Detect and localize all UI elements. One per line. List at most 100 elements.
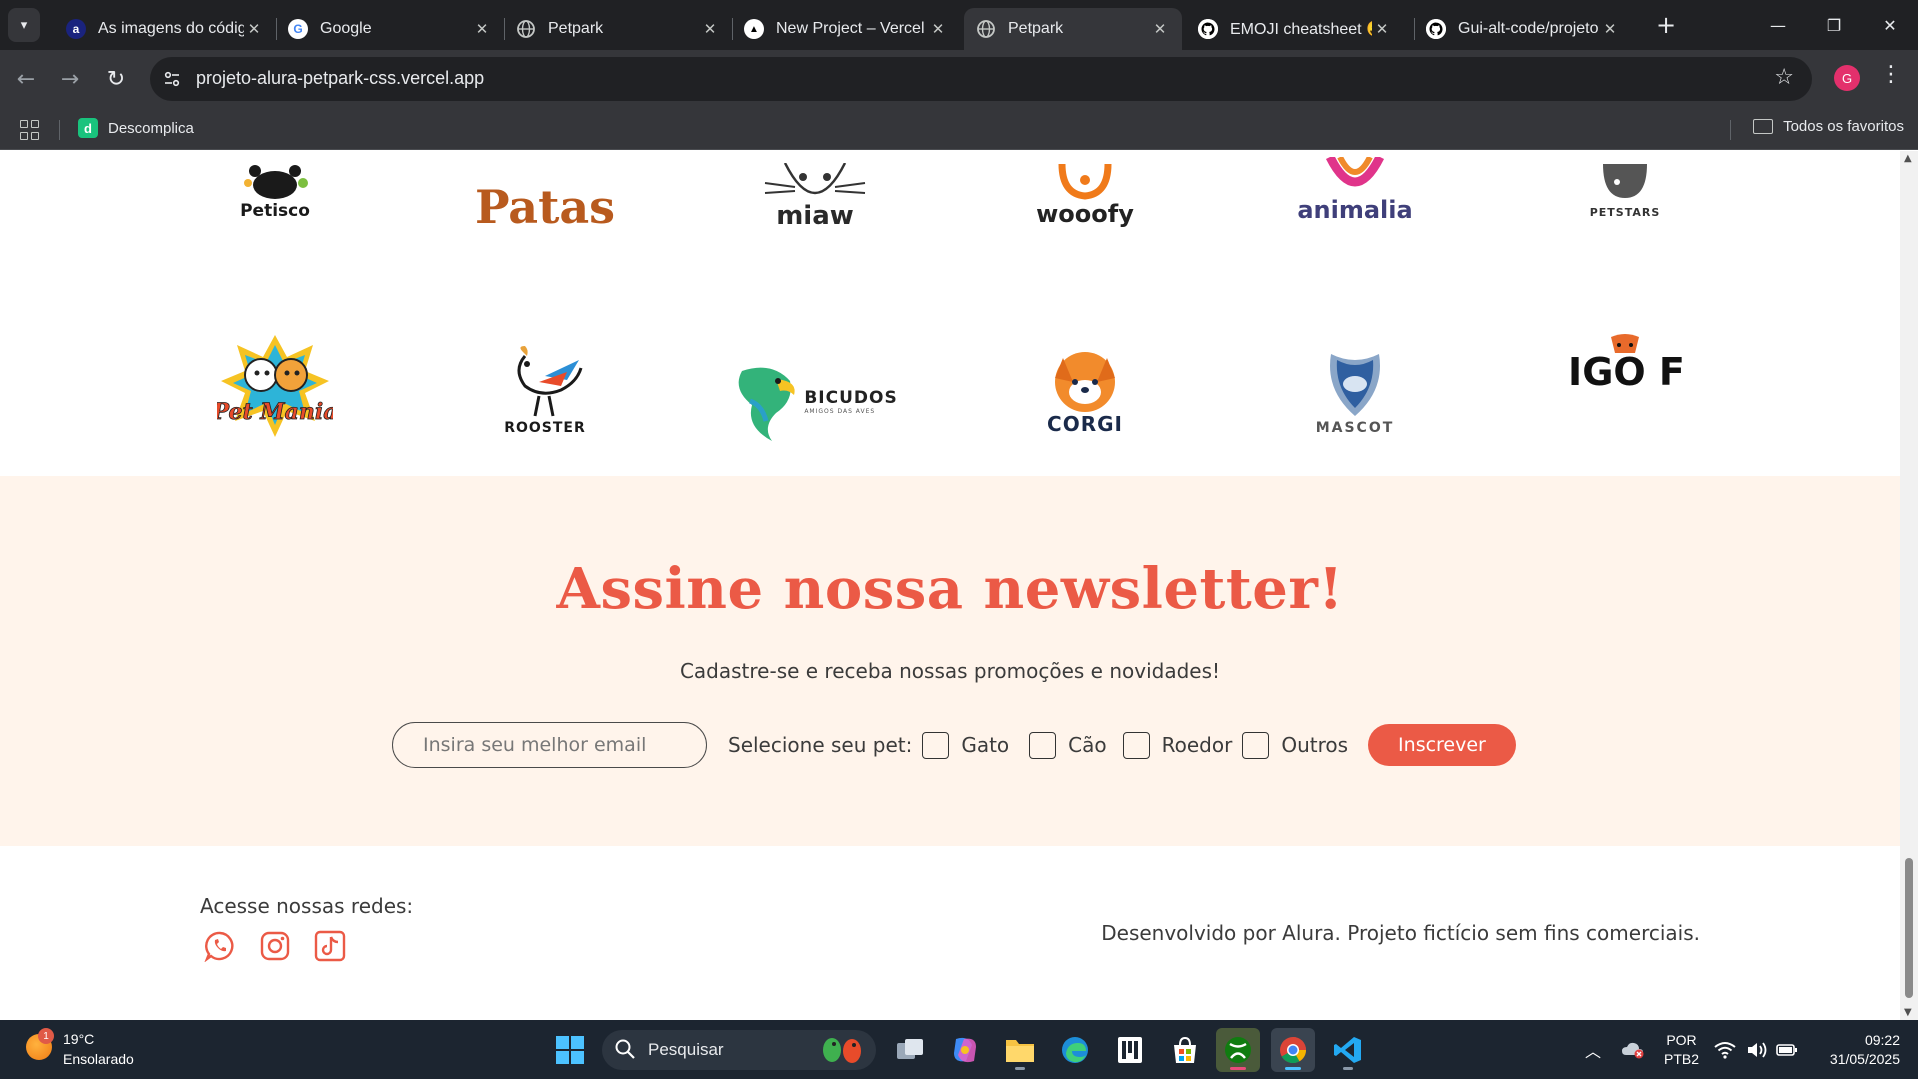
- wifi-icon[interactable]: [1712, 1020, 1738, 1079]
- pet-mania-badge-icon: Pet Mania: [217, 331, 333, 441]
- subscribe-button[interactable]: Inscrever: [1368, 724, 1516, 766]
- pet-option-outros[interactable]: Outros: [1242, 731, 1348, 759]
- brand-logo-patas: Patas: [470, 151, 620, 231]
- email-input[interactable]: [392, 722, 707, 768]
- tab-strip: ▾ a As imagens do códig ✕ G Google ✕ Pet…: [0, 0, 1918, 50]
- browser-menu-icon[interactable]: ⋮: [1880, 62, 1902, 87]
- app-running-indicator: [1343, 1067, 1353, 1070]
- checkbox-outros[interactable]: [1242, 731, 1270, 759]
- brand-logo-petisco: Petisco: [200, 151, 350, 221]
- tab-as-imagens[interactable]: a As imagens do códig ✕: [54, 8, 276, 50]
- parrots-highlight-icon: [823, 1038, 861, 1063]
- all-bookmarks-button[interactable]: Todos os favoritos: [1753, 118, 1904, 135]
- close-icon[interactable]: ✕: [1150, 19, 1170, 39]
- profile-avatar[interactable]: G: [1834, 65, 1860, 91]
- close-icon[interactable]: ✕: [1372, 19, 1392, 39]
- close-icon[interactable]: ✕: [700, 19, 720, 39]
- battery-icon[interactable]: [1774, 1020, 1800, 1079]
- weather-temperature[interactable]: 19°C: [63, 1031, 94, 1047]
- brand-logo-animalia: animalia: [1280, 151, 1430, 223]
- tab-google[interactable]: G Google ✕: [276, 8, 504, 50]
- minimize-button[interactable]: —: [1750, 0, 1806, 50]
- xbox-button[interactable]: [1216, 1028, 1260, 1072]
- tiktok-icon[interactable]: [312, 928, 348, 964]
- tab-title: As imagens do códig: [98, 20, 244, 37]
- site-info-icon[interactable]: [158, 65, 186, 93]
- tab-title: New Project – Vercel: [776, 20, 925, 37]
- descomplica-icon: d: [78, 118, 98, 138]
- volume-icon[interactable]: [1744, 1020, 1770, 1079]
- language-code: POR: [1666, 1032, 1697, 1048]
- input-language-indicator[interactable]: POR PTB2: [1664, 1031, 1699, 1069]
- copilot-button[interactable]: [943, 1028, 987, 1072]
- brand-logo-rooster: ROOSTER: [470, 326, 620, 436]
- scroll-down-arrow-icon[interactable]: ▼: [1904, 1007, 1912, 1018]
- forward-button[interactable]: →: [52, 61, 88, 97]
- tab-petpark[interactable]: Petpark ✕: [504, 8, 732, 50]
- bookmark-descomplica[interactable]: d Descomplica: [78, 118, 194, 138]
- tab-vercel[interactable]: ▲ New Project – Vercel ✕: [732, 8, 960, 50]
- pet-option-roedor[interactable]: Roedor: [1122, 731, 1232, 759]
- whatsapp-icon[interactable]: [202, 928, 238, 964]
- tab-title: EMOJI cheatsheet 😛: [1230, 21, 1372, 38]
- weather-description[interactable]: Ensolarado: [63, 1051, 134, 1067]
- url-text[interactable]: projeto-alura-petpark-css.vercel.app: [196, 68, 484, 89]
- tab-petpark-active[interactable]: Petpark ✕: [964, 8, 1182, 50]
- microsoft-store-button[interactable]: [1163, 1028, 1207, 1072]
- brand-logo-bicudos: BICUDOS AMIGOS DAS AVES: [730, 331, 900, 441]
- pet-option-cao[interactable]: Cão: [1029, 731, 1107, 759]
- instagram-icon[interactable]: [257, 928, 293, 964]
- chrome-button[interactable]: [1271, 1028, 1315, 1072]
- tab-emoji-cheatsheet[interactable]: EMOJI cheatsheet 😛 ✕: [1186, 8, 1404, 50]
- apps-grid-icon[interactable]: [20, 120, 40, 140]
- restore-button[interactable]: ❐: [1806, 0, 1862, 50]
- task-view-button[interactable]: [888, 1028, 932, 1072]
- page-scrollbar[interactable]: ▲ ▼: [1900, 151, 1918, 1020]
- app-running-indicator: [1285, 1067, 1301, 1070]
- close-icon[interactable]: ✕: [1600, 19, 1620, 39]
- close-icon[interactable]: ✕: [928, 19, 948, 39]
- paw-icon: [235, 161, 315, 201]
- pet-option-gato[interactable]: Gato: [922, 731, 1009, 759]
- tab-title: Petpark: [1008, 20, 1064, 37]
- scroll-up-arrow-icon[interactable]: ▲: [1904, 153, 1912, 164]
- reload-button[interactable]: ↻: [98, 61, 134, 97]
- vscode-button[interactable]: [1326, 1028, 1370, 1072]
- checkbox-gato[interactable]: [922, 731, 950, 759]
- page-footer: Acesse nossas redes: Desenvolvido por Al…: [0, 846, 1900, 1020]
- app-running-indicator: [1015, 1067, 1025, 1070]
- brand-name: PETSTARS: [1589, 206, 1661, 219]
- scrollbar-thumb[interactable]: [1905, 858, 1913, 998]
- bookmark-star-icon[interactable]: ☆: [1774, 65, 1794, 90]
- close-icon[interactable]: ✕: [472, 19, 492, 39]
- taskbar-search[interactable]: Pesquisar: [602, 1030, 876, 1070]
- system-clock[interactable]: 09:22 31/05/2025: [1816, 1031, 1900, 1069]
- checkbox-roedor[interactable]: [1122, 731, 1150, 759]
- close-window-button[interactable]: ✕: [1862, 0, 1918, 50]
- new-tab-button[interactable]: +: [1650, 10, 1682, 40]
- show-hidden-icons-button[interactable]: ︿: [1580, 1020, 1606, 1079]
- windows-taskbar: 1 19°C Ensolarado Pesquisar ︿ POR PTB2 0…: [0, 1020, 1918, 1079]
- edge-button[interactable]: [1053, 1028, 1097, 1072]
- task-view-icon: [897, 1039, 923, 1059]
- checkbox-cao[interactable]: [1029, 731, 1057, 759]
- animalia-swirl-icon: [1320, 157, 1390, 197]
- bookmark-label: Descomplica: [108, 119, 194, 137]
- brand-name: Pet Mania: [217, 399, 333, 425]
- kindle-app-button[interactable]: [1108, 1028, 1152, 1072]
- close-icon[interactable]: ✕: [244, 19, 264, 39]
- clock-time: 09:22: [1864, 1032, 1900, 1048]
- start-button[interactable]: [548, 1028, 592, 1072]
- brand-name: miaw: [776, 201, 854, 231]
- onedrive-status-icon[interactable]: [1618, 1020, 1648, 1079]
- tab-search-button[interactable]: ▾: [8, 8, 40, 42]
- brand-logo-mascot: MASCOT: [1280, 326, 1430, 436]
- bookmark-divider: [59, 120, 60, 140]
- tab-gui-alt-code[interactable]: Gui-alt-code/projeto ✕: [1414, 8, 1632, 50]
- back-button[interactable]: ←: [8, 61, 44, 97]
- vercel-favicon-icon: ▲: [744, 19, 764, 39]
- chrome-icon: [1280, 1037, 1307, 1064]
- address-bar[interactable]: projeto-alura-petpark-css.vercel.app ☆: [150, 57, 1812, 101]
- social-label: Acesse nossas redes:: [200, 894, 414, 918]
- file-explorer-button[interactable]: [998, 1028, 1042, 1072]
